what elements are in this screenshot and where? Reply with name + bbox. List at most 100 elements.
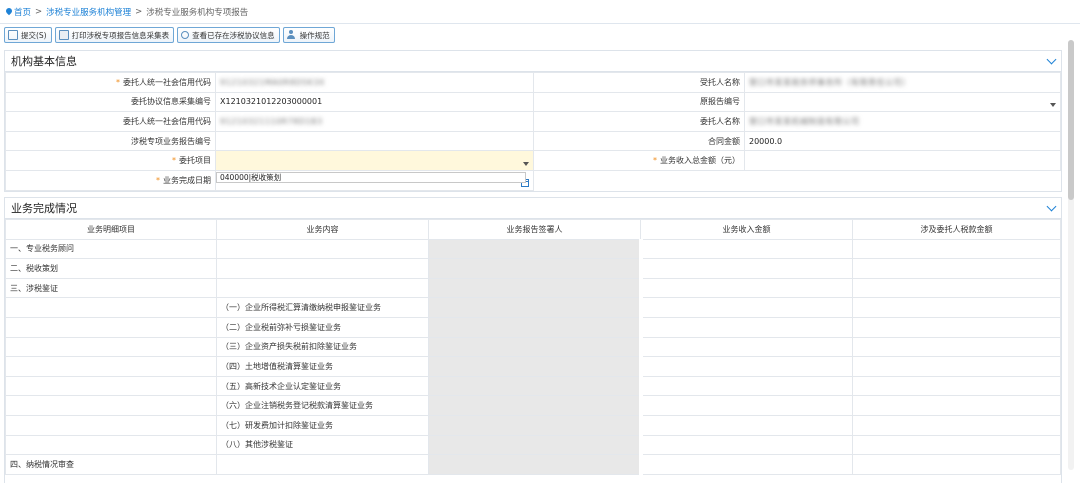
breadcrumb-separator: > [35, 6, 43, 17]
tax-amount-cell[interactable] [852, 434, 1061, 456]
income-amount-cell[interactable] [640, 395, 853, 416]
tax-amount-cell[interactable] [852, 375, 1061, 397]
item-cell: 四、纳税情况审查 [5, 454, 217, 475]
scrollbar-thumb[interactable] [1068, 40, 1074, 200]
dropdown-caret-icon[interactable] [1050, 102, 1056, 107]
content-cell: （七）研发费加计扣除鉴证业务 [216, 414, 429, 436]
view-agreement-button-label: 查看已存在涉税协议信息 [192, 30, 275, 40]
content-cell [216, 454, 429, 475]
tax-amount-cell[interactable] [852, 238, 1061, 260]
breadcrumb-home-label[interactable]: 首页 [14, 6, 31, 18]
signer-cell[interactable] [428, 356, 643, 377]
table-row: （八）其他涉税鉴证 [5, 434, 1061, 456]
income-amount-cell[interactable] [640, 316, 853, 338]
signer-cell[interactable] [428, 454, 643, 475]
content-cell: （五）高新技术企业认定鉴证业务 [216, 375, 429, 397]
breadcrumb-level1[interactable]: 涉税专业服务机构管理 [46, 6, 131, 18]
field-label: 合同金额 [533, 130, 745, 152]
info-row: 委托协议信息采集编号 X1210321012203000001 原报告编号 [5, 91, 1061, 113]
income-amount-cell[interactable] [640, 454, 853, 475]
income-amount-cell[interactable] [640, 414, 853, 436]
save-icon [8, 30, 18, 40]
guide-button[interactable]: 操作规范 [282, 27, 335, 43]
signer-cell[interactable] [428, 316, 643, 338]
tax-amount-cell[interactable] [852, 297, 1061, 318]
business-completion-table: 业务明细项目 业务内容 业务报告签署人 业务收入金额 涉及委托人税款金额 一、专… [5, 219, 1061, 475]
content-cell: （二）企业税前弥补亏损鉴证业务 [216, 316, 429, 338]
column-header: 涉及委托人税款金额 [852, 219, 1061, 240]
print-button-label: 打印涉税专项报告信息采集表 [71, 30, 170, 40]
tax-amount-cell[interactable] [852, 414, 1061, 436]
commission-item-dropdown-option[interactable]: 040000|税收策划 [216, 172, 526, 183]
business-completion-title: 业务完成情况 [11, 202, 77, 215]
required-mark: * [653, 156, 657, 166]
table-row: （二）企业税前弥补亏损鉴证业务 [5, 316, 1061, 338]
table-row: 四、纳税情况审查 [5, 454, 1061, 475]
signer-cell[interactable] [428, 375, 643, 397]
tax-amount-cell[interactable] [852, 395, 1061, 416]
income-amount-cell[interactable] [640, 277, 853, 299]
institution-info-header: 机构基本信息 [5, 51, 1061, 72]
tax-amount-cell[interactable] [852, 258, 1061, 279]
content-cell [216, 258, 429, 279]
content-cell [216, 277, 429, 299]
breadcrumb: 首页 > 涉税专业服务机构管理 > 涉税专业服务机构专项报告 [0, 0, 1080, 24]
table-header-row: 业务明细项目 业务内容 业务报告签署人 业务收入金额 涉及委托人税款金额 [5, 219, 1061, 240]
signer-cell[interactable] [428, 414, 643, 436]
submit-button-label: 提交(S) [21, 30, 47, 40]
info-row: * 委托项目 * 业务收入总金额（元） [5, 150, 1061, 171]
income-amount-cell[interactable] [640, 297, 853, 318]
print-icon [58, 30, 69, 40]
table-row: 二、税收策划 [5, 258, 1061, 279]
info-row: * 委托人统一社会信用代码 91210321MA0R8D5K3X 受托人名称 营口… [5, 72, 1061, 93]
item-cell [5, 414, 217, 436]
table-row: 一、专业税务顾问 [5, 238, 1061, 260]
income-amount-cell[interactable] [640, 336, 853, 358]
tax-amount-cell[interactable] [852, 356, 1061, 377]
column-header: 业务收入金额 [640, 219, 853, 240]
client-name-value: 营口市某某机械制造有限公司 [744, 111, 1061, 132]
collapse-chevron-icon[interactable] [1046, 201, 1057, 211]
column-header: 业务报告签署人 [428, 219, 641, 240]
content-cell: （四）土地增值税清算鉴证业务 [216, 356, 429, 377]
income-amount-cell[interactable] [640, 258, 853, 279]
trustee-credit-code-value: 91210321110R78D1B3 [215, 111, 534, 132]
view-agreement-button[interactable]: 查看已存在涉税协议信息 [177, 27, 280, 43]
column-header: 业务内容 [216, 219, 429, 240]
info-row: 涉税专项业务报告编号 合同金额 20000.0 [5, 130, 1061, 152]
signer-cell[interactable] [428, 395, 643, 416]
required-mark: * [172, 156, 176, 166]
content-cell: （一）企业所得税汇算清缴纳税申报鉴证业务 [216, 297, 429, 318]
signer-cell[interactable] [428, 336, 643, 358]
contract-amount-value: 20000.0 [744, 130, 1061, 152]
print-button[interactable]: 打印涉税专项报告信息采集表 [54, 27, 175, 43]
tax-amount-cell[interactable] [852, 277, 1061, 299]
original-report-number-select[interactable] [744, 91, 1061, 113]
breadcrumb-current: 涉税专业服务机构专项报告 [146, 7, 249, 18]
income-amount-cell[interactable] [640, 238, 853, 260]
tax-amount-cell[interactable] [852, 316, 1061, 338]
income-amount-cell[interactable] [640, 375, 853, 397]
business-completion-body: 一、专业税务顾问 二、税收策划 三、涉税鉴证 （一）企业所得税汇算清缴纳税申报鉴证业务… [5, 238, 1061, 475]
dropdown-caret-icon[interactable] [523, 161, 529, 166]
commission-item-select[interactable] [215, 150, 534, 171]
table-row: （七）研发费加计扣除鉴证业务 [5, 414, 1061, 436]
vertical-scrollbar[interactable] [1068, 40, 1074, 470]
collapse-chevron-icon[interactable] [1046, 54, 1057, 64]
tax-amount-cell[interactable] [852, 454, 1061, 475]
tax-amount-cell[interactable] [852, 336, 1061, 358]
signer-cell[interactable] [428, 238, 643, 260]
submit-button[interactable]: 提交(S) [4, 27, 52, 43]
table-row: （一）企业所得税汇算清缴纳税申报鉴证业务 [5, 297, 1061, 318]
breadcrumb-home[interactable]: 首页 [6, 6, 31, 18]
income-amount-cell[interactable] [640, 434, 853, 456]
trustee-name-value: 营口市某某税务师事务所（有限责任公司） [744, 72, 1061, 93]
search-icon [181, 31, 190, 39]
table-row: （三）企业资产损失税前扣除鉴证业务 [5, 336, 1061, 358]
signer-cell[interactable] [428, 258, 643, 279]
income-amount-cell[interactable] [640, 356, 853, 377]
signer-cell[interactable] [428, 277, 643, 299]
signer-cell[interactable] [428, 434, 643, 456]
total-income-input[interactable] [744, 150, 1061, 171]
signer-cell[interactable] [428, 297, 643, 318]
